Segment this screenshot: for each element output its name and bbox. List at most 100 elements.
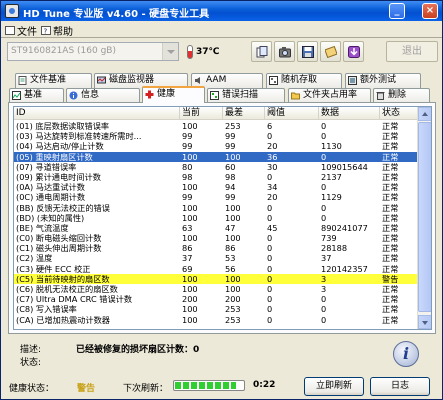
cell-worst: 100 — [225, 151, 241, 162]
scroll-down-icon[interactable] — [418, 315, 431, 329]
exit-button[interactable]: 退出 — [386, 41, 438, 62]
column-header-worst[interactable]: 最差 — [223, 107, 265, 120]
log-button[interactable]: 日志 — [370, 377, 430, 396]
cell-worst: 100 — [225, 284, 241, 294]
table-row[interactable]: (03) 马达旋转到标准转速所需时... 99 99 0 0 正常 — [14, 131, 418, 141]
cell-worst: 253 — [225, 314, 241, 325]
vertical-scrollbar[interactable] — [417, 107, 431, 329]
column-header-data[interactable]: 数据 — [319, 107, 380, 120]
screenshot-button[interactable] — [274, 41, 295, 62]
menu-help[interactable]: ? 帮助 — [41, 23, 73, 38]
cell-id: (C1) 磁头伸出周期计数 — [16, 243, 102, 254]
tab-benchmark[interactable]: 基准 — [9, 88, 64, 103]
tab-info[interactable]: 信息 — [66, 88, 140, 103]
table-row[interactable]: (0C) 通电周期计数 99 99 20 1129 正常 — [14, 192, 418, 202]
table-row[interactable]: (BB) 反馈无法校正的错误 100 100 0 0 正常 — [14, 203, 418, 213]
tab-random-access[interactable]: 随机存取 — [266, 73, 342, 88]
benchmark-icon — [12, 91, 21, 100]
cell-id: (C8) 写入错误率 — [16, 304, 77, 315]
info-icon — [69, 91, 78, 100]
cell-id: (01) 底层数据读取错误率 — [16, 121, 110, 131]
cell-status: 正常 — [382, 284, 399, 294]
table-row[interactable]: (C1) 磁头伸出周期计数 86 86 0 28188 正常 — [14, 243, 418, 253]
cell-worst: 99 — [225, 131, 236, 142]
cell-status: 正常 — [382, 131, 399, 142]
cell-id: (BD) (未知的属性) — [16, 212, 85, 223]
cell-data: 0 — [321, 304, 327, 315]
toolbar: ST9160821AS (160 gB) 37℃ 退出 — [1, 38, 442, 65]
cell-data: 37 — [321, 253, 332, 264]
tab-folder-usage[interactable]: 文件夹占用率 — [288, 88, 371, 103]
cell-worst: 100 — [225, 273, 241, 284]
tab-error-scan-label: 错误扫描 — [222, 90, 259, 100]
cell-current: 100 — [182, 273, 198, 284]
table-row[interactable]: (CA) 已增加热震动计数器 100 253 0 0 正常 — [14, 315, 418, 325]
table-row[interactable]: (C5) 当前待映射的扇区数 100 100 0 3 警告 — [14, 273, 418, 284]
title-bar[interactable]: HD Tune 专业版 v4.60 - 硬盘专业工具 _ × — [1, 1, 442, 21]
refresh-now-button[interactable]: 立即刷新 — [304, 377, 364, 396]
table-row[interactable]: (04) 马达启动/停止计数 99 99 20 1130 正常 — [14, 141, 418, 151]
table-row[interactable]: (C3) 硬件 ECC 校正 69 56 0 120142357 正常 — [14, 264, 418, 274]
table-row[interactable]: (07) 寻道错误率 80 60 30 109015644 正常 — [14, 162, 418, 172]
camera-icon — [279, 47, 291, 58]
speaker-icon — [195, 77, 200, 84]
cell-threshold: 34 — [267, 182, 278, 193]
table-row[interactable]: (C6) 脱机无法校正的扇区数 100 100 0 3 正常 — [14, 284, 418, 294]
table-body: (01) 底层数据读取错误率 100 253 6 0 正常 (03) 马达旋转到标准转速所需… — [14, 121, 418, 325]
cell-data: 0 — [321, 314, 327, 325]
disk-select[interactable]: ST9160821AS (160 gB) — [7, 42, 179, 61]
disk-select-value: ST9160821AS (160 gB) — [11, 46, 116, 56]
description-label: 描述: — [20, 345, 42, 355]
cell-id: (C3) 硬件 ECC 校正 — [16, 263, 91, 274]
tab-info-label: 信息 — [81, 90, 100, 100]
copy-text-button[interactable] — [251, 41, 272, 62]
cell-worst: 60 — [225, 161, 236, 172]
table-row[interactable]: (C7) Ultra DMA CRC 错误计数 200 200 0 0 正常 — [14, 294, 418, 304]
table-row[interactable]: (05) 重映射扇区计数 100 100 36 0 正常 — [14, 151, 418, 162]
table-row[interactable]: (BE) 气流温度 63 47 45 890241077 正常 — [14, 223, 418, 233]
cell-current: 37 — [182, 253, 193, 264]
column-header-current[interactable]: 当前 — [180, 107, 223, 120]
cell-threshold: 0 — [267, 304, 273, 315]
tab-extra-tests[interactable]: 额外测试 — [345, 73, 421, 88]
menu-file[interactable]: 文件 — [5, 23, 37, 38]
table-row[interactable]: (C2) 温度 37 53 0 37 正常 — [14, 253, 418, 263]
column-header-id[interactable]: ID — [14, 107, 180, 120]
scroll-thumb[interactable] — [418, 122, 431, 312]
tab-health[interactable]: 健康 — [142, 86, 205, 103]
cell-data: 120142357 — [321, 263, 368, 274]
cell-threshold: 0 — [267, 273, 273, 284]
minimize-button[interactable]: _ — [389, 3, 405, 19]
table-row[interactable]: (01) 底层数据读取错误率 100 253 6 0 正常 — [14, 121, 418, 131]
tab-error-scan[interactable]: 错误扫描 — [207, 88, 285, 103]
chevron-down-icon[interactable] — [162, 43, 178, 60]
column-header-status[interactable]: 状态 — [380, 107, 418, 120]
temperature-value: 37℃ — [196, 47, 220, 57]
table-row[interactable]: (09) 累计通电时间计数 98 98 0 2137 正常 — [14, 172, 418, 182]
cell-current: 100 — [182, 151, 198, 162]
cell-data: 739 — [321, 233, 337, 244]
save-button[interactable] — [297, 41, 318, 62]
download-button[interactable] — [343, 41, 364, 62]
random-icon — [269, 76, 278, 85]
column-header-threshold[interactable]: 阈值 — [265, 107, 319, 120]
table-row[interactable]: (BD) (未知的属性) 100 100 0 0 正常 — [14, 213, 418, 223]
table-row[interactable]: (0A) 马达重试计数 100 94 34 0 正常 — [14, 182, 418, 192]
smart-attributes-table[interactable]: ID 当前 最差 阈值 数据 状态 (01) 底层数据读取错误率 100 253 6 0… — [13, 106, 432, 330]
tab-delete[interactable]: 删除 — [373, 88, 430, 103]
scroll-up-icon[interactable] — [418, 107, 431, 121]
table-row[interactable]: (C8) 写入错误率 100 253 0 0 正常 — [14, 304, 418, 314]
options-button[interactable] — [320, 41, 341, 62]
tab-folder-usage-label: 文件夹占用率 — [303, 90, 358, 100]
close-button[interactable]: × — [422, 3, 438, 19]
table-row[interactable]: (C0) 断电磁头缩回计数 100 100 0 739 正常 — [14, 233, 418, 243]
tab-file-benchmark[interactable]: 文件基准 — [15, 73, 92, 88]
cell-worst: 99 — [225, 141, 236, 152]
cell-current: 100 — [182, 121, 198, 131]
tab-aam-label: AAM — [206, 75, 227, 85]
cell-current: 63 — [182, 222, 193, 233]
cell-worst: 99 — [225, 192, 236, 203]
health-cross-icon — [145, 90, 154, 99]
health-panel: ID 当前 最差 阈值 数据 状态 (01) 底层数据读取错误率 100 253 6 0… — [8, 102, 436, 334]
cell-threshold: 0 — [267, 212, 273, 223]
